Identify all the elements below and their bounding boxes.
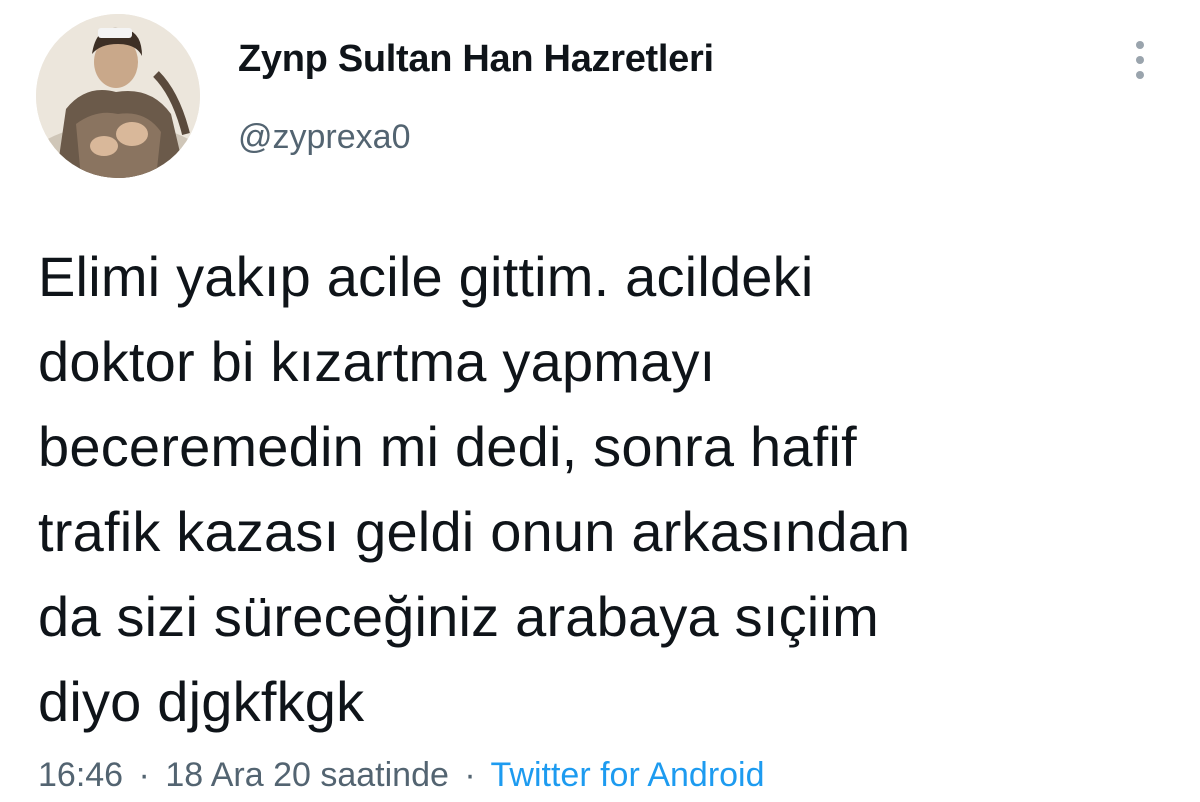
tweet-source-link[interactable]: Twitter for Android: [491, 756, 765, 794]
tweet-text-line: Elimi yakıp acile gittim. acildeki: [38, 245, 814, 308]
tweet-text: Elimi yakıp acile gittim. acildeki dokto…: [38, 234, 1168, 744]
tweet-date[interactable]: 18 Ara 20 saatinde: [165, 756, 449, 794]
tweet-text-line: diyo djgkfkgk: [38, 670, 365, 733]
author-display-name[interactable]: Zynp Sultan Han Hazretleri: [238, 38, 714, 81]
tweet-text-line: beceremedin mi dedi, sonra hafif: [38, 415, 857, 478]
tweet-text-line: doktor bi kızartma yapmayı: [38, 330, 716, 393]
tweet-text-line: da sizi süreceğiniz arabaya sıçiim: [38, 585, 879, 648]
more-options-button[interactable]: [1120, 30, 1160, 90]
tweet-meta: 16:46 · 18 Ara 20 saatinde · Twitter for…: [38, 756, 765, 795]
profile-photo-icon: [36, 14, 200, 178]
author-handle[interactable]: @zyprexa0: [238, 118, 410, 157]
avatar[interactable]: [36, 14, 200, 178]
meta-separator: ·: [464, 756, 476, 794]
tweet-time[interactable]: 16:46: [38, 756, 123, 794]
meta-separator: ·: [138, 756, 150, 794]
tweet-card: Zynp Sultan Han Hazretleri @zyprexa0 Eli…: [0, 0, 1200, 802]
tweet-text-line: trafik kazası geldi onun arkasından: [38, 500, 911, 563]
vertical-dots-icon: [1136, 41, 1144, 79]
